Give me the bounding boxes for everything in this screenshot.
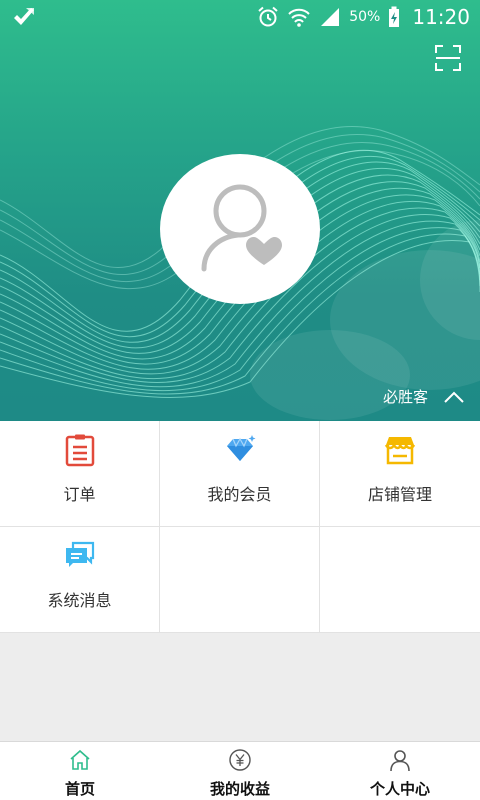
signal-icon: [321, 8, 340, 26]
menu-item-label: 订单: [63, 485, 96, 504]
menu-item-label: 店铺管理: [367, 485, 432, 504]
menu-item-label: 我的会员: [207, 485, 272, 504]
tab-label: 我的收益: [209, 780, 270, 798]
chevron-up-icon[interactable]: [442, 387, 466, 407]
battery-charging-icon: [389, 6, 400, 27]
tab-profile[interactable]: 个人中心: [320, 742, 480, 800]
tab-earnings[interactable]: 我的收益: [160, 742, 320, 800]
home-icon: [70, 749, 90, 770]
menu-item-members[interactable]: 我的会员: [160, 421, 320, 527]
chat-bubbles-icon: [65, 541, 94, 567]
menu-item-messages[interactable]: 系统消息: [0, 527, 160, 633]
menu-item-orders[interactable]: 订单: [0, 421, 160, 527]
bottom-tab-bar: 首页 我的收益 个人中心: [0, 741, 480, 800]
menu-grid: 订单 我的会员 店铺管理 系统消息: [0, 421, 480, 633]
diamond-icon: [226, 435, 255, 461]
user-heart-icon: [201, 184, 282, 272]
tab-label: 个人中心: [369, 780, 430, 798]
order-list-icon: [65, 434, 94, 467]
alarm-icon: [258, 6, 278, 27]
app-notification-icon: [14, 8, 34, 25]
yuan-coin-icon: [229, 749, 251, 771]
menu-item-store[interactable]: 店铺管理: [320, 421, 480, 527]
brand-name: 必胜客: [382, 388, 428, 406]
battery-percent: 50%: [349, 9, 381, 25]
status-time: 11:20: [412, 5, 470, 29]
menu-item-label: 系统消息: [47, 591, 112, 610]
brand-row: 必胜客: [383, 386, 466, 407]
tab-label: 首页: [64, 780, 95, 798]
menu-empty-cell: [160, 527, 320, 633]
wifi-icon: [288, 8, 310, 27]
profile-header: 50% 11:20 必胜客: [0, 0, 480, 421]
store-icon: [384, 437, 416, 465]
avatar[interactable]: [160, 154, 320, 304]
status-icons: 50% 11:20: [249, 4, 470, 30]
menu-empty-cell: [320, 527, 480, 633]
status-bar: 50% 11:20: [0, 0, 480, 34]
tab-home[interactable]: 首页: [0, 742, 160, 800]
scan-icon[interactable]: [434, 44, 462, 72]
person-icon: [390, 750, 410, 772]
